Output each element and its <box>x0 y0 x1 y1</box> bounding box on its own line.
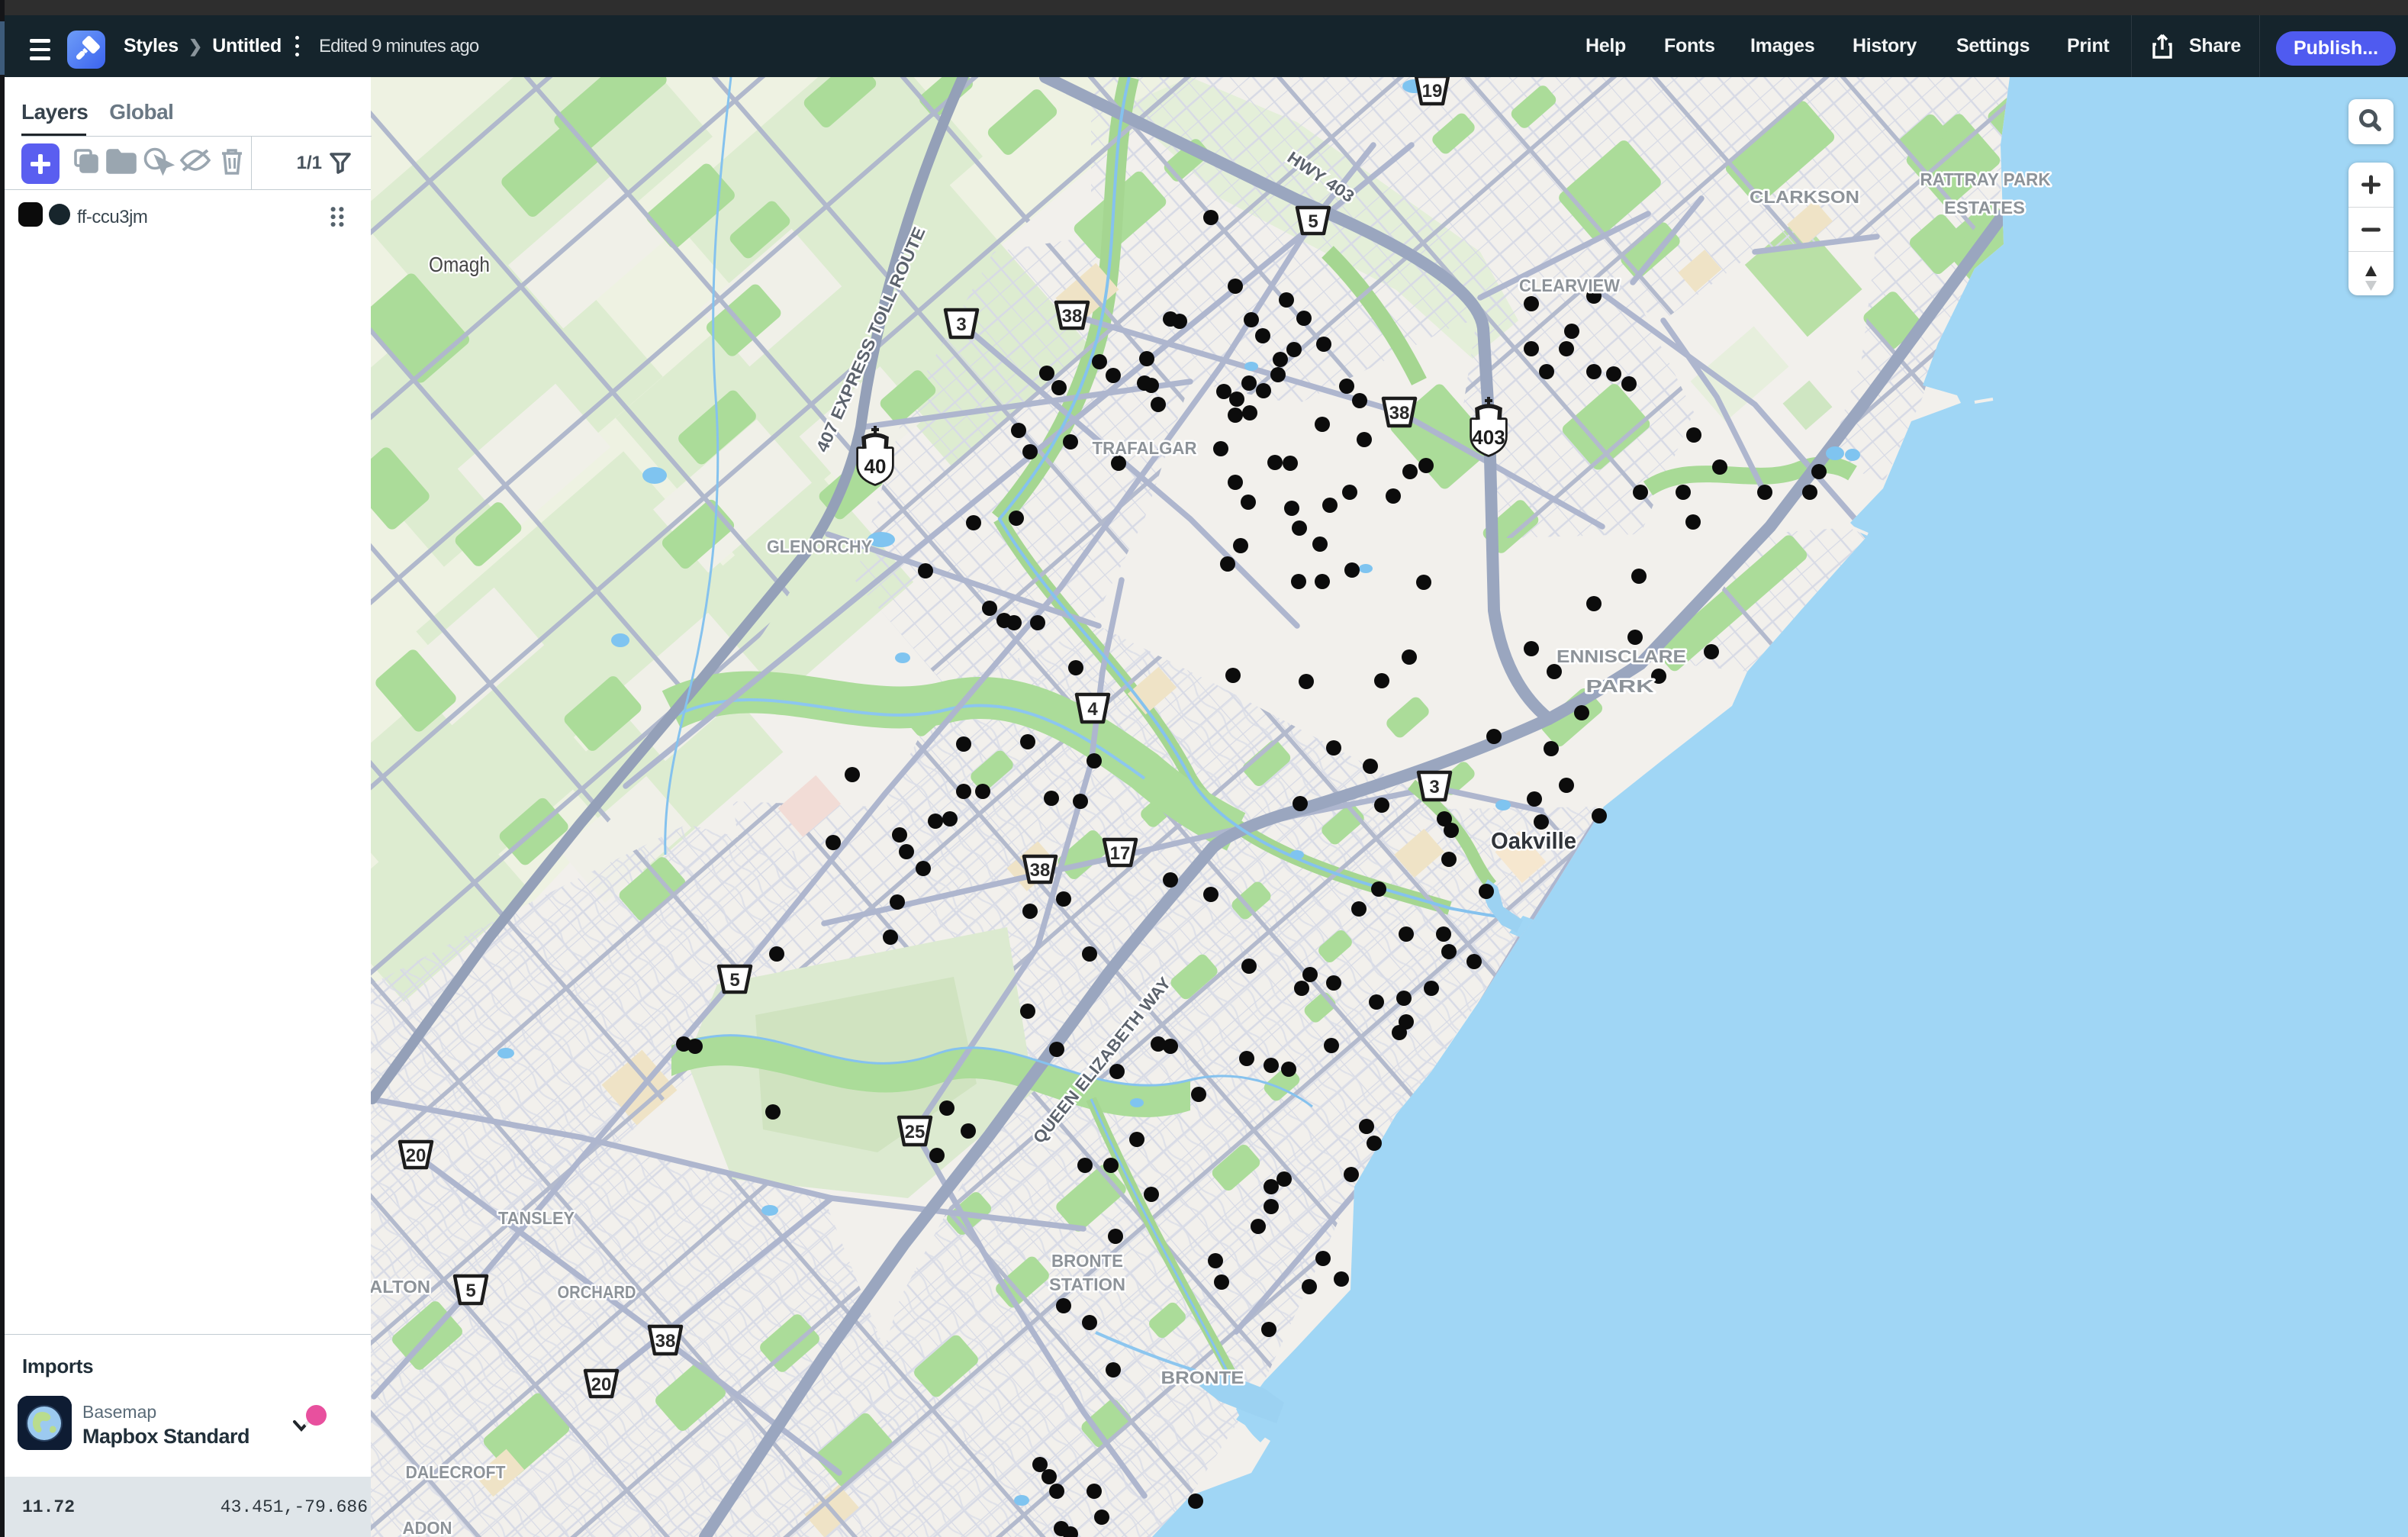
svg-text:403: 403 <box>1472 426 1505 449</box>
svg-text:5: 5 <box>729 970 739 991</box>
svg-text:19: 19 <box>1422 81 1443 102</box>
svg-text:38: 38 <box>655 1331 676 1352</box>
svg-text:DALECROFT: DALECROFT <box>406 1462 506 1482</box>
svg-text:STATION: STATION <box>1049 1274 1125 1294</box>
svg-text:CLEARVIEW: CLEARVIEW <box>1519 276 1620 295</box>
svg-text:ORCHARD: ORCHARD <box>558 1282 636 1302</box>
svg-text:TRAFALGAR: TRAFALGAR <box>1093 438 1197 458</box>
svg-text:40: 40 <box>864 455 887 478</box>
svg-text:38: 38 <box>1030 860 1051 881</box>
svg-text:RATTRAY PARK: RATTRAY PARK <box>1920 169 2051 189</box>
svg-text:ESTATES: ESTATES <box>1944 198 2025 218</box>
svg-text:20: 20 <box>406 1146 427 1166</box>
svg-text:3: 3 <box>956 314 966 335</box>
svg-text:Oakville: Oakville <box>1491 827 1576 854</box>
svg-text:BRONTE: BRONTE <box>1161 1368 1244 1387</box>
svg-text:17: 17 <box>1110 843 1131 864</box>
svg-text:CLARKSON: CLARKSON <box>1750 187 1859 207</box>
svg-text:20: 20 <box>591 1374 612 1395</box>
svg-text:4: 4 <box>1087 699 1098 720</box>
svg-text:38: 38 <box>1062 306 1083 327</box>
svg-text:5: 5 <box>465 1281 475 1301</box>
svg-text:PARK: PARK <box>1586 676 1655 696</box>
svg-text:ENNISCLARE: ENNISCLARE <box>1557 646 1686 666</box>
svg-text:GLENORCHY: GLENORCHY <box>767 536 872 556</box>
svg-text:5: 5 <box>1308 211 1318 232</box>
svg-text:38: 38 <box>1389 403 1410 424</box>
svg-text:ADON: ADON <box>403 1518 452 1537</box>
svg-text:25: 25 <box>905 1122 926 1142</box>
svg-text:TANSLEY: TANSLEY <box>498 1208 575 1228</box>
svg-text:BRONTE: BRONTE <box>1051 1251 1123 1271</box>
svg-text:3: 3 <box>1429 777 1439 798</box>
svg-text:ALTON: ALTON <box>371 1277 430 1297</box>
svg-text:Omagh: Omagh <box>429 253 490 276</box>
